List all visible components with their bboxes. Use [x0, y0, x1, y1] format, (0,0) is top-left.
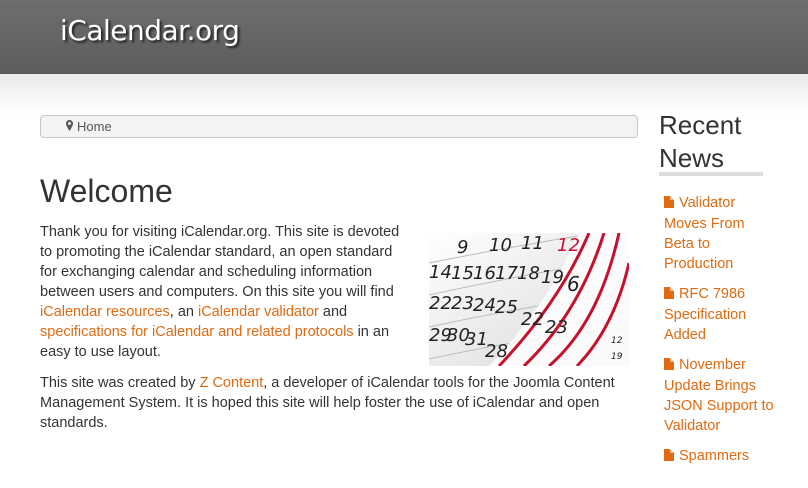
- about-paragraph: This site was created by Z Content, a de…: [40, 373, 630, 433]
- cal-num: 19: [541, 267, 564, 288]
- breadcrumb-home: Home: [77, 119, 112, 134]
- news-item: Validator Moves From Beta to Production: [664, 193, 774, 274]
- document-icon: [664, 356, 674, 376]
- cal-num: 11: [521, 233, 544, 254]
- document-icon: [664, 285, 674, 305]
- intro-text-3: and: [318, 304, 348, 320]
- intro-text-1: Thank you for visiting iCalendar.org. Th…: [40, 224, 400, 300]
- header-fade: [0, 74, 808, 114]
- cal-num: 12: [611, 336, 623, 346]
- cal-num: 14: [429, 262, 452, 283]
- news-item: November Update Brings JSON Support to V…: [664, 355, 774, 436]
- icalendar-validator-link[interactable]: iCalendar validator: [198, 304, 319, 320]
- cal-num: 17: [495, 263, 518, 284]
- cal-num: 15: [451, 263, 474, 284]
- cal-num: 10: [489, 235, 512, 256]
- news-link[interactable]: RFC 7986 Specification Added: [664, 286, 746, 343]
- news-label: RFC 7986 Specification Added: [664, 286, 747, 343]
- site-title[interactable]: iCalendar.org: [60, 14, 240, 47]
- site-header: iCalendar.org: [0, 0, 808, 74]
- breadcrumb: Home: [40, 115, 638, 138]
- page-title: Welcome: [40, 173, 173, 209]
- cal-num: 6: [567, 272, 580, 296]
- icalendar-resources-link[interactable]: iCalendar resources: [40, 304, 170, 320]
- cal-num: 28: [485, 341, 508, 362]
- cal-num: 23: [451, 293, 474, 314]
- cal-num: 9: [457, 237, 468, 258]
- z-content-link[interactable]: Z Content: [200, 375, 264, 391]
- document-icon: [664, 194, 674, 214]
- news-divider: [659, 172, 763, 176]
- news-link[interactable]: Validator Moves From Beta to Production: [664, 195, 745, 272]
- cal-num: 22: [429, 293, 452, 314]
- about-text-1: This site was created by: [40, 375, 200, 391]
- specifications-link[interactable]: specifications for iCalendar and related…: [40, 324, 354, 340]
- intro-text-2: , an: [169, 304, 198, 320]
- cal-num: 23: [545, 317, 568, 338]
- news-label: Validator Moves From Beta to Production: [664, 195, 745, 272]
- news-link[interactable]: November Update Brings JSON Support to V…: [664, 357, 774, 434]
- cal-num: 22: [521, 309, 544, 330]
- news-label: Spammers: [679, 448, 750, 464]
- recent-news-line1: Recent: [659, 110, 742, 140]
- cal-num: 24: [473, 295, 496, 316]
- calendar-image: 9 10 11 12 14 15 16 17 18 19 22 23 24 25…: [429, 233, 629, 366]
- cal-num: 12: [557, 235, 580, 256]
- news-link[interactable]: Spammers: [664, 448, 749, 464]
- recent-news-heading: Recent News: [659, 109, 741, 175]
- cal-num: 19: [611, 352, 623, 362]
- cal-num: 18: [517, 263, 540, 284]
- cal-num: 25: [495, 297, 518, 318]
- news-list: Validator Moves From Beta to Production …: [664, 193, 774, 477]
- news-item: Spammers: [664, 446, 774, 467]
- recent-news-line2: News: [659, 143, 725, 173]
- news-label: November Update Brings JSON Support to V…: [664, 357, 774, 434]
- cal-num: 16: [473, 263, 496, 284]
- intro-paragraph: Thank you for visiting iCalendar.org. Th…: [40, 222, 412, 362]
- news-item: RFC 7986 Specification Added: [664, 284, 774, 345]
- document-icon: [664, 447, 674, 467]
- map-marker-icon: [66, 116, 73, 137]
